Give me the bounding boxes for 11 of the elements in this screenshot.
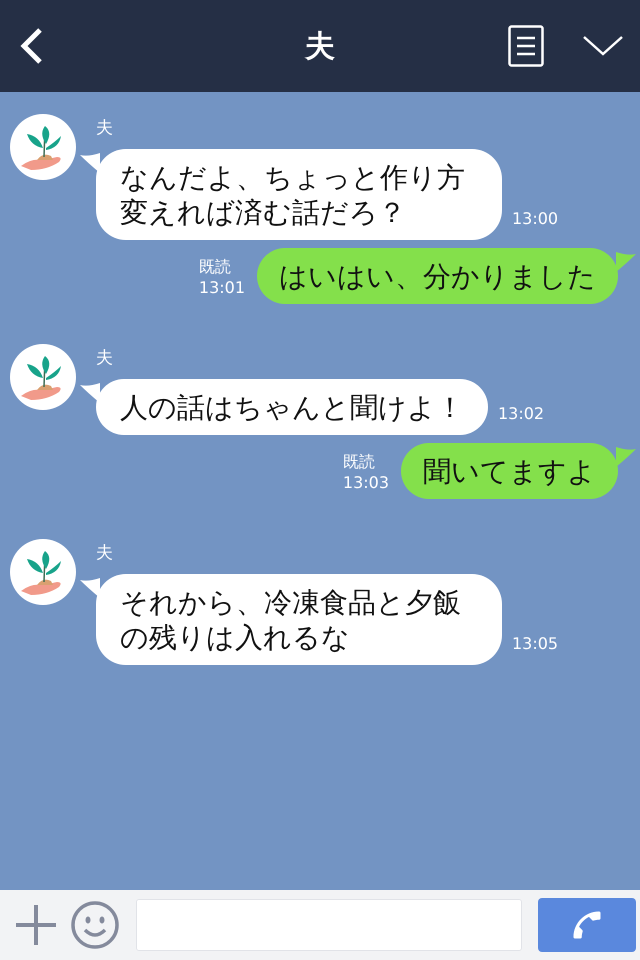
message-time: 13:00 — [512, 209, 558, 228]
message-time: 13:05 — [512, 634, 558, 653]
message-time: 13:01 — [198, 277, 245, 298]
sender-name: 夫 — [96, 347, 114, 369]
chat-title: 夫 — [304, 28, 336, 66]
read-receipt: 既読 — [198, 256, 231, 277]
sender-name: 夫 — [96, 117, 114, 139]
read-receipt: 既読 — [342, 451, 375, 472]
message-time: 13:02 — [498, 404, 544, 423]
message-time: 13:03 — [342, 472, 389, 493]
sender-name: 夫 — [96, 542, 114, 564]
